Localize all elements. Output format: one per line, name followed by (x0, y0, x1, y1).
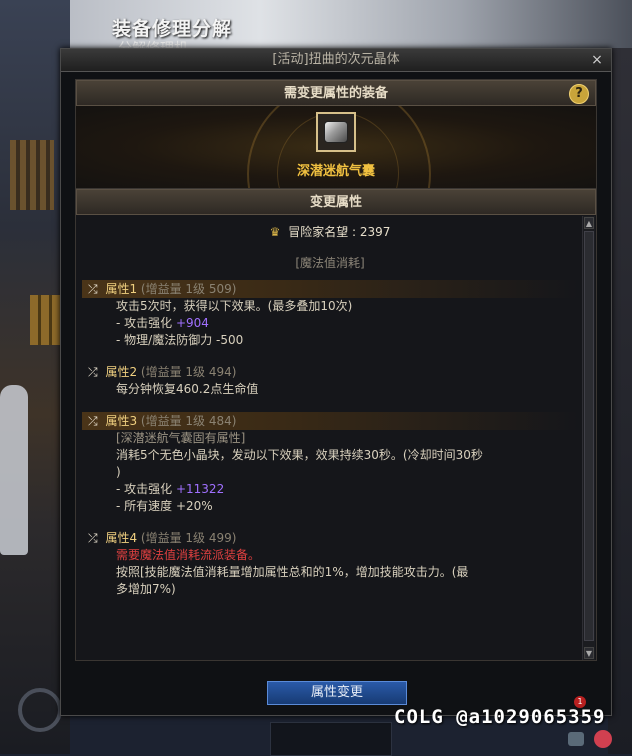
attribute-block-2: ⤮ 属性2 (增益量 1级 494) 每分钟恢复460.2点生命值 (82, 363, 578, 398)
attribute-plus-value: +11322 (175, 482, 225, 496)
attribute-level: (增益量 1级 499) (140, 531, 237, 545)
reputation-crest-icon: ♛ (269, 225, 281, 239)
attribute-change-window: [活动]扭曲的次元晶体 × 需变更属性的装备 ? 深潜迷航气囊 变更属性 ♛ 冒… (60, 48, 612, 716)
attribute-header[interactable]: ⤮ 属性1 (增益量 1级 509) (82, 280, 578, 298)
equipment-slot-area: 深潜迷航气囊 (76, 106, 596, 189)
change-section-header: 变更属性 (76, 189, 596, 215)
attribute-scrollbar[interactable]: ▲ ▼ (582, 216, 595, 660)
attribute-line: [深潜迷航气囊固有属性] (116, 431, 246, 445)
background-bottom-button (270, 722, 392, 756)
equipment-item-slot[interactable] (316, 112, 356, 152)
shuffle-icon: ⤮ (88, 365, 98, 379)
character-avatar-icon[interactable] (594, 730, 612, 748)
attribute-line: 消耗5个无色小晶块，发动以下效果，效果持续30秒。(冷却时间30秒 (116, 448, 483, 462)
background-npc-subtitle: 分解修理机 (118, 38, 188, 48)
attribute-block-1: ⤮ 属性1 (增益量 1级 509) 攻击5次时，获得以下效果。(最多叠加10次… (82, 280, 578, 349)
network-status-icon[interactable] (568, 732, 584, 746)
window-title: [活动]扭曲的次元晶体 (272, 52, 400, 67)
scroll-thumb[interactable] (584, 231, 594, 641)
background-npc-title: 装备修理分解 (112, 18, 233, 40)
airbag-item-icon (324, 121, 348, 143)
attribute-name: 属性1 (105, 282, 138, 296)
attribute-line: - 所有速度 +20% (116, 499, 213, 513)
change-section-title: 变更属性 (309, 195, 362, 210)
watermark: COLG @a1029065359 (394, 706, 606, 728)
attribute-list: ♛ 冒险家名望 : 2397 [魔法值消耗] ⤮ 属性1 (增益量 1级 509… (76, 216, 584, 660)
mp-consumption-tag: [魔法值消耗] (295, 256, 365, 270)
reputation-label: 冒险家名望 : 2397 (288, 225, 391, 239)
background-pipes (10, 140, 54, 210)
attribute-line: 需要魔法值消耗流派装备。 (116, 548, 261, 562)
attribute-line: 多增加7%) (116, 582, 176, 596)
attribute-line: - 物理/魔法防御力 -500 (116, 333, 244, 347)
attribute-line: ) (116, 465, 121, 479)
attribute-change-button[interactable]: 属性变更 (267, 681, 407, 705)
close-button[interactable]: × (589, 49, 605, 71)
attribute-line: - 攻击强化 +904 (82, 315, 578, 332)
background-wheel (18, 688, 62, 732)
attribute-name: 属性3 (105, 414, 138, 428)
attribute-block-4: ⤮ 属性4 (增益量 1级 499) 需要魔法值消耗流派装备。 按照[技能魔法值… (82, 529, 578, 598)
main-panel: 需变更属性的装备 ? 深潜迷航气囊 变更属性 ♛ 冒险家名望 : 2397 [魔… (75, 79, 597, 661)
shuffle-icon: ⤮ (88, 414, 98, 428)
background-character-figure (0, 385, 28, 555)
equip-section-header: 需变更属性的装备 ? (76, 80, 596, 106)
help-button[interactable]: ? (569, 84, 589, 104)
attribute-name: 属性4 (105, 531, 138, 545)
attribute-line: 攻击5次时，获得以下效果。(最多叠加10次) (116, 299, 353, 313)
attribute-level: (增益量 1级 509) (140, 282, 237, 296)
scroll-up-arrow-icon[interactable]: ▲ (584, 217, 594, 229)
attribute-plus-value: +904 (175, 316, 209, 330)
attribute-line-text: - 攻击强化 (116, 316, 176, 330)
shuffle-icon: ⤮ (88, 531, 98, 545)
attribute-line: - 攻击强化 +11322 (82, 481, 578, 498)
attribute-line-text: - 攻击强化 (116, 482, 176, 496)
attribute-header[interactable]: ⤮ 属性2 (增益量 1级 494) (82, 363, 578, 381)
background-barrels (30, 295, 64, 345)
scroll-down-arrow-icon[interactable]: ▼ (584, 647, 594, 659)
attribute-block-3: ⤮ 属性3 (增益量 1级 484) [深潜迷航气囊固有属性] 消耗5个无色小晶… (82, 412, 578, 515)
attribute-header[interactable]: ⤮ 属性4 (增益量 1级 499) (82, 529, 578, 547)
attribute-level: (增益量 1级 484) (140, 414, 237, 428)
reputation-row: ♛ 冒险家名望 : 2397 (82, 224, 578, 241)
attribute-level: (增益量 1级 494) (140, 365, 237, 379)
equip-section-title: 需变更属性的装备 (283, 86, 388, 101)
attribute-line: 按照[技能魔法值消耗量增加属性总和的1%，增加技能攻击力。(最 (116, 565, 469, 579)
attribute-line: 每分钟恢复460.2点生命值 (116, 382, 259, 396)
window-titlebar[interactable]: [活动]扭曲的次元晶体 × (61, 49, 611, 72)
attribute-header[interactable]: ⤮ 属性3 (增益量 1级 484) (82, 412, 578, 430)
attribute-name: 属性2 (105, 365, 138, 379)
shuffle-icon: ⤮ (88, 282, 98, 296)
equipment-item-name: 深潜迷航气囊 (296, 164, 375, 179)
